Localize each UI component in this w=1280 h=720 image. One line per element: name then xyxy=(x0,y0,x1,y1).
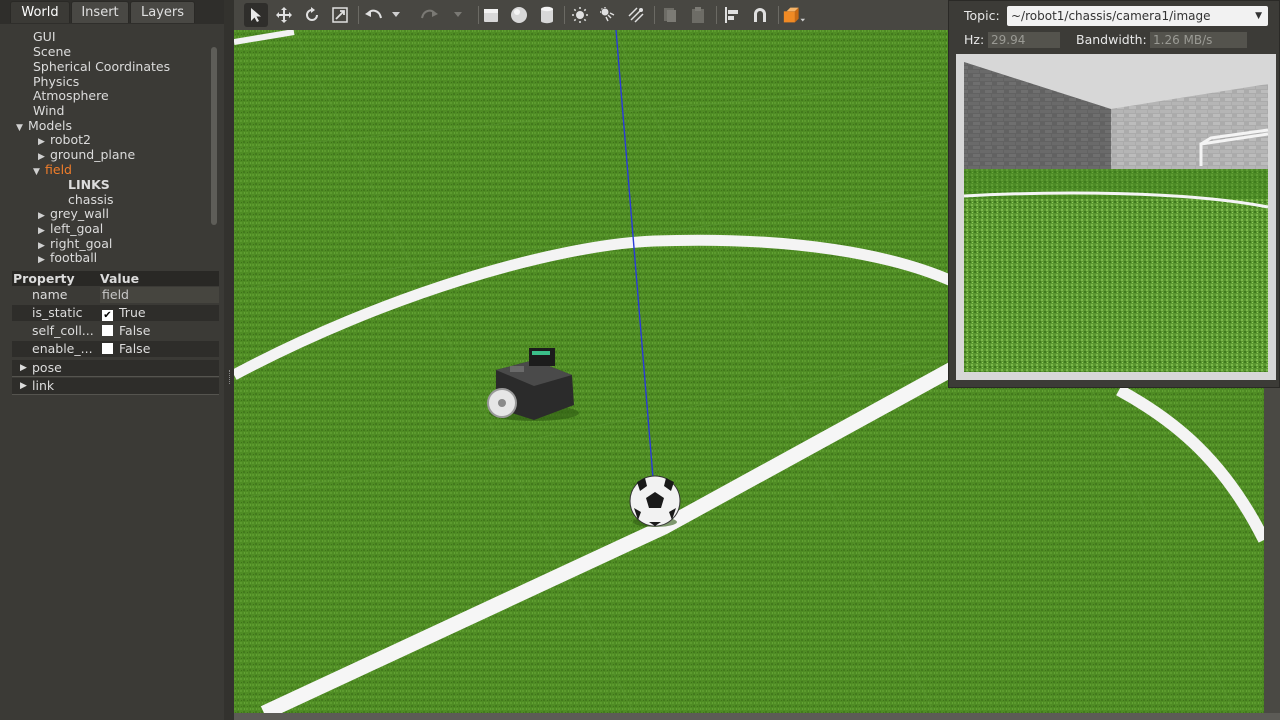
topic-dropdown[interactable]: ~/robot1/chassis/camera1/image ▼ xyxy=(1007,6,1268,26)
property-group-label: link xyxy=(32,378,55,393)
directional-light-icon[interactable] xyxy=(624,3,648,27)
tree-item-gui[interactable]: GUI xyxy=(33,29,56,44)
expanded-arrow-icon[interactable]: ▼ xyxy=(33,165,45,180)
redo-icon[interactable] xyxy=(417,3,441,27)
enable-wind-value: False xyxy=(100,341,219,357)
align-icon[interactable] xyxy=(720,3,744,27)
rotate-icon[interactable] xyxy=(300,3,324,27)
splitter-grip[interactable] xyxy=(229,370,232,384)
point-light-icon[interactable] xyxy=(568,3,592,27)
collapsed-arrow-icon[interactable]: ▶ xyxy=(20,360,27,376)
tree-item-scene[interactable]: Scene xyxy=(33,44,71,59)
tree-item-grey-wall[interactable]: ▶ grey_wall xyxy=(38,206,109,221)
tree-item-spherical-coordinates[interactable]: Spherical Coordinates xyxy=(33,59,170,74)
property-name-label: name xyxy=(32,287,68,302)
redo-dropdown-icon[interactable] xyxy=(452,3,464,27)
toolbar-separator xyxy=(564,6,565,24)
property-group-label: pose xyxy=(32,360,62,375)
translate-icon[interactable] xyxy=(272,3,296,27)
bottom-status-bar xyxy=(234,713,1280,720)
tree-item-field[interactable]: ▼ field xyxy=(33,162,72,177)
world-tree: GUI Scene Spherical Coordinates Physics … xyxy=(10,24,220,266)
property-enable-wind-label: enable_... xyxy=(32,341,93,356)
undo-icon[interactable] xyxy=(362,3,386,27)
tree-item-ground-plane[interactable]: ▶ ground_plane xyxy=(38,147,135,162)
hz-value-field: 29.94 xyxy=(988,32,1060,48)
tree-item-label: right_goal xyxy=(50,236,113,251)
property-self-collide-label: self_coll... xyxy=(32,323,94,338)
hz-label: Hz: xyxy=(964,32,985,47)
panel-splitter[interactable] xyxy=(224,0,234,720)
tree-item-atmosphere[interactable]: Atmosphere xyxy=(33,88,109,103)
name-value-field[interactable]: field xyxy=(100,287,219,303)
is-static-text: True xyxy=(119,305,146,320)
property-row-enable-wind: enable_... False xyxy=(12,341,219,357)
self-collide-text: False xyxy=(119,323,151,338)
tree-item-label: Models xyxy=(28,118,73,133)
toolbar-separator xyxy=(654,6,655,24)
tree-item-football[interactable]: ▶ football xyxy=(38,250,97,265)
tree-item-label: robot2 xyxy=(50,132,91,147)
copy-icon[interactable] xyxy=(658,3,682,27)
box-shape-icon[interactable] xyxy=(479,3,503,27)
scale-icon[interactable] xyxy=(328,3,352,27)
tree-item-right-goal[interactable]: ▶ right_goal xyxy=(38,236,112,251)
tree-item-robot2[interactable]: ▶ robot2 xyxy=(38,132,91,147)
tree-item-wind[interactable]: Wind xyxy=(33,103,64,118)
snap-icon[interactable] xyxy=(748,3,772,27)
tree-item-label: left_goal xyxy=(50,221,104,236)
header-value: Value xyxy=(100,271,140,286)
tab-layers[interactable]: Layers xyxy=(130,1,195,23)
property-group-pose[interactable]: ▶ pose xyxy=(12,360,219,377)
topic-value: ~/robot1/chassis/camera1/image xyxy=(1011,9,1211,23)
toolbar-separator xyxy=(778,6,779,24)
bandwidth-value-field: 1.26 MB/s xyxy=(1150,32,1247,48)
self-collide-checkbox[interactable] xyxy=(102,325,113,336)
view-angle-icon[interactable] xyxy=(782,3,806,27)
bandwidth-label: Bandwidth: xyxy=(1076,32,1147,47)
cylinder-shape-icon[interactable] xyxy=(535,3,559,27)
tree-item-label: grey_wall xyxy=(50,206,109,221)
tree-item-left-goal[interactable]: ▶ left_goal xyxy=(38,221,103,236)
sphere-shape-icon[interactable] xyxy=(507,3,531,27)
tree-item-label: ground_plane xyxy=(50,147,136,162)
property-row-self-collide: self_coll... False xyxy=(12,323,219,339)
undo-dropdown-icon[interactable] xyxy=(390,3,402,27)
property-row-is-static: is_static ✔ True xyxy=(12,305,219,321)
tree-item-label: football xyxy=(50,250,98,265)
property-is-static-label: is_static xyxy=(32,305,83,320)
tab-insert[interactable]: Insert xyxy=(71,1,129,23)
left-panel: World Insert Layers GUI Scene Spherical … xyxy=(0,0,229,720)
header-property: Property xyxy=(13,271,75,286)
camera-image xyxy=(956,54,1276,380)
collapsed-arrow-icon[interactable]: ▶ xyxy=(20,378,27,394)
toolbar-separator xyxy=(716,6,717,24)
tree-item-chassis[interactable]: chassis xyxy=(68,192,113,207)
is-static-value: ✔ True xyxy=(100,305,219,321)
is-static-checkbox[interactable]: ✔ xyxy=(102,310,113,321)
property-table-header: Property Value xyxy=(12,271,219,286)
enable-wind-checkbox[interactable] xyxy=(102,343,113,354)
spot-light-icon[interactable] xyxy=(596,3,620,27)
toolbar-separator xyxy=(358,6,359,24)
topic-label: Topic: xyxy=(964,8,1000,23)
camera-feed-render xyxy=(956,54,1276,380)
panel-tabbar: World Insert Layers xyxy=(0,0,229,24)
enable-wind-text: False xyxy=(119,341,151,356)
collapsed-arrow-icon[interactable]: ▶ xyxy=(38,253,50,268)
chevron-down-icon[interactable]: ▼ xyxy=(1255,6,1262,26)
football-model[interactable] xyxy=(629,475,681,527)
select-arrow-icon[interactable] xyxy=(244,3,268,27)
property-group-link[interactable]: ▶ link xyxy=(12,378,219,395)
property-row-name: name field xyxy=(12,287,219,303)
paste-icon[interactable] xyxy=(686,3,710,27)
tree-item-physics[interactable]: Physics xyxy=(33,74,79,89)
tree-item-models[interactable]: ▼ Models xyxy=(16,118,72,133)
self-collide-value: False xyxy=(100,323,219,339)
tree-item-label: field xyxy=(45,162,72,177)
tab-world[interactable]: World xyxy=(10,1,70,23)
tree-scrollbar[interactable] xyxy=(211,47,217,225)
tree-item-links-header: LINKS xyxy=(68,177,110,192)
expanded-arrow-icon[interactable]: ▼ xyxy=(16,121,28,136)
